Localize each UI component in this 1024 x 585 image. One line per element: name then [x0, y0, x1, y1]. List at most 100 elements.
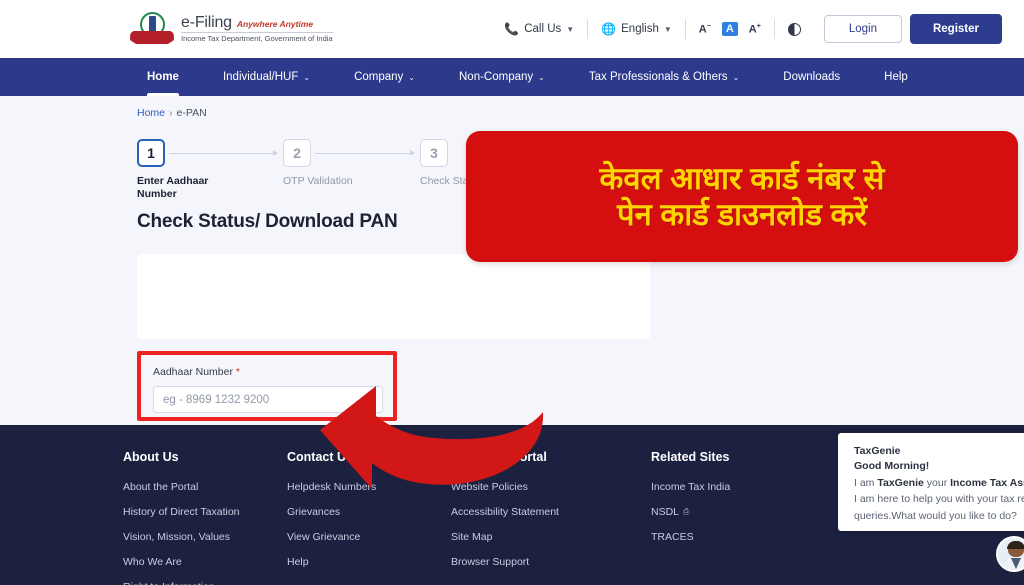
footer-link[interactable]: Grievances [287, 506, 451, 518]
nav-item-home[interactable]: Home [125, 58, 201, 96]
login-button[interactable]: Login [823, 15, 902, 43]
footer-link[interactable]: Income Tax India [651, 481, 815, 493]
nav-item-label: Home [147, 71, 179, 83]
footer-link-label: Accessibility Statement [451, 506, 559, 518]
stepper-number: 2 [283, 139, 311, 167]
footer-link[interactable]: Vision, Mission, Values [123, 531, 287, 543]
footer-link-label: About the Portal [123, 481, 199, 493]
hindi-promo-banner: केवल आधार कार्ड नंबर से पेन कार्ड डाउनलो… [466, 131, 1018, 262]
chat-agent-avatar-icon[interactable] [996, 536, 1024, 572]
language-label: English [621, 23, 659, 35]
font-normal-button[interactable]: A [721, 22, 738, 36]
footer-link-label: Vision, Mission, Values [123, 531, 230, 543]
page-root: e-Filing Anywhere Anytime Income Tax Dep… [0, 0, 1024, 585]
breadcrumb-current: e-PAN [176, 107, 207, 119]
font-size-controls: A− A A+ [686, 22, 774, 36]
breadcrumb-home[interactable]: Home [137, 107, 165, 119]
chevron-down-icon: ⌄ [303, 72, 311, 82]
nav-item-company[interactable]: Company ⌄ [332, 58, 437, 96]
external-link-icon: ⎙ [683, 507, 690, 516]
phone-icon: 📞 [504, 22, 520, 36]
nav-item-label: Downloads [783, 71, 841, 83]
font-decrease-button[interactable]: A− [699, 23, 711, 36]
required-asterisk: * [235, 366, 240, 378]
main-navigation: Home Individual/HUF ⌄ Company ⌄ Non-Company ⌄ T… [0, 58, 1024, 96]
register-button[interactable]: Register [909, 14, 1002, 44]
footer-link[interactable]: TRACES [651, 531, 815, 543]
nav-item-non-company[interactable]: Non-Company ⌄ [437, 58, 567, 96]
nav-item-label: Non-Company [459, 71, 534, 83]
nav-item-downloads[interactable]: Downloads [761, 58, 862, 96]
footer-heading: Related Sites [651, 450, 730, 464]
footer-link[interactable]: Who We Are [123, 556, 287, 568]
footer-link-label: Grievances [287, 506, 341, 518]
footer-link[interactable]: Site Map [451, 531, 651, 543]
chat-greeting: Good Morning! [854, 460, 930, 472]
brand-subtitle: Income Tax Department, Government of Ind… [181, 34, 333, 44]
chat-line-2: I am here to help you with your tax rela… [854, 493, 1024, 506]
chat-widget[interactable]: TaxGenie Good Morning! I am TaxGenie you… [838, 433, 1024, 531]
breadcrumb: Home › e-PAN [137, 107, 1024, 119]
footer-link[interactable]: Accessibility Statement [451, 506, 651, 518]
form-card [137, 254, 650, 339]
footer-link-label: Who We Are [123, 556, 182, 568]
footer-link-label: View Grievance [287, 531, 361, 543]
footer-link[interactable]: Right to Information [123, 581, 287, 585]
footer-link-label: TRACES [651, 531, 694, 543]
nav-item-individual-huf[interactable]: Individual/HUF ⌄ [201, 58, 332, 96]
stepper-connector [315, 150, 415, 156]
stepper-label: OTP Validation [283, 175, 353, 187]
chat-intro-line: I am TaxGenie your Income Tax Assistant [854, 477, 1024, 489]
breadcrumb-separator: › [169, 107, 173, 119]
chevron-down-icon: ⌄ [538, 72, 545, 82]
footer-column-related-sites: Related Sites Income Tax India NSDL ⎙ TRACES [651, 450, 815, 585]
footer-link-label: History of Direct Taxation [123, 506, 240, 518]
stepper-step-2[interactable]: 2 OTP Validation [283, 139, 378, 188]
site-header: e-Filing Anywhere Anytime Income Tax Dep… [0, 0, 1024, 58]
brand-logo[interactable]: e-Filing Anywhere Anytime Income Tax Dep… [130, 12, 333, 46]
aadhaar-field-label: Aadhaar Number * [153, 366, 240, 378]
footer-heading: About Us [123, 450, 179, 464]
call-us-menu[interactable]: 📞 Call Us ▼ [491, 22, 587, 36]
banner-line-1: केवल आधार कार्ड नंबर से [599, 161, 885, 197]
language-selector[interactable]: 🌐 English ▼ [588, 22, 685, 36]
footer-link[interactable]: History of Direct Taxation [123, 506, 287, 518]
chevron-down-icon: ⌄ [408, 72, 415, 82]
india-emblem-icon [130, 12, 174, 46]
nav-item-help[interactable]: Help [862, 58, 930, 96]
chat-line-3: queries.What would you like to do? [854, 509, 1017, 522]
footer-link[interactable]: NSDL ⎙ [651, 506, 815, 518]
font-increase-button[interactable]: A+ [749, 23, 761, 36]
stepper-connector [169, 150, 278, 156]
banner-line-2: पेन कार्ड डाउनलोड करें [617, 196, 867, 232]
footer-link-label: Income Tax India [651, 481, 731, 493]
brand-title: e-Filing [181, 13, 232, 31]
globe-icon: 🌐 [601, 22, 617, 36]
nav-item-label: Individual/HUF [222, 71, 299, 83]
footer-link-label: NSDL [651, 506, 680, 518]
stepper-number: 3 [420, 139, 448, 167]
brand-tagline: Anywhere Anytime [236, 18, 314, 29]
footer-link[interactable]: Help [287, 556, 451, 568]
nav-item-tax-professionals-others[interactable]: Tax Professionals & Others ⌄ [567, 58, 761, 96]
footer-link-label: Site Map [451, 531, 493, 543]
chevron-down-icon: ▼ [663, 24, 672, 34]
footer-link[interactable]: View Grievance [287, 531, 451, 543]
footer-link-label: Right to Information [123, 581, 215, 585]
chevron-down-icon: ▼ [566, 24, 575, 34]
nav-item-label: Tax Professionals & Others [588, 71, 728, 83]
contrast-toggle-button[interactable] [775, 22, 814, 36]
curved-red-arrow-icon [320, 386, 544, 489]
header-utility-bar: 📞 Call Us ▼ 🌐 English ▼ A− A A+ Login Re… [491, 14, 1002, 44]
stepper-label: Enter Aadhaar Number [137, 175, 209, 201]
footer-link[interactable]: Browser Support [451, 556, 651, 568]
footer-link-label: Help [287, 556, 309, 568]
footer-column-about-us: About Us About the Portal History of Direc… [123, 450, 287, 585]
contrast-toggle-icon [787, 22, 801, 36]
stepper-number: 1 [137, 139, 165, 167]
call-us-label: Call Us [524, 23, 562, 35]
stepper-step-1[interactable]: 1 Enter Aadhaar Number [137, 139, 232, 201]
footer-link-label: Browser Support [451, 556, 530, 568]
footer-link[interactable]: About the Portal [123, 481, 287, 493]
nav-item-label: Help [884, 71, 908, 83]
